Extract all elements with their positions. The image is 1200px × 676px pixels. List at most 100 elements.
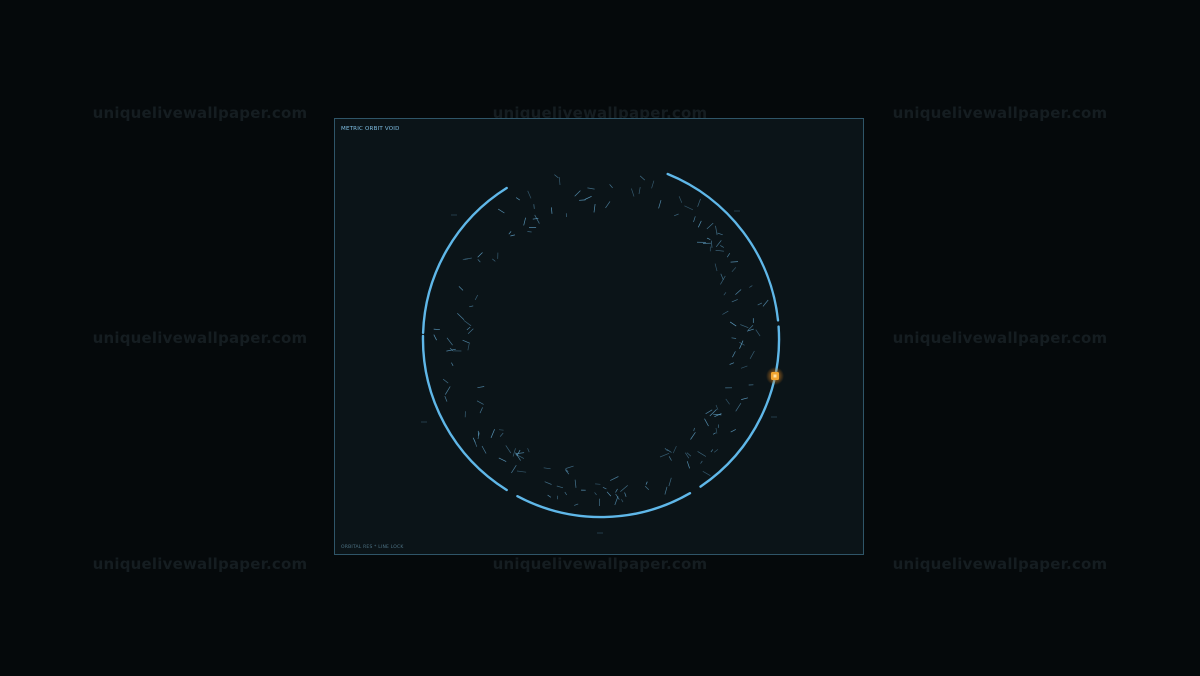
- particle-dash: [445, 386, 451, 395]
- particle-dash: [715, 427, 718, 434]
- particle-dash: [726, 253, 731, 258]
- particle-dash: [498, 457, 507, 462]
- particle-dash: [621, 499, 624, 503]
- watermark: uniquelivewallpaper.com: [92, 555, 308, 573]
- particle-dash: [558, 177, 561, 186]
- particle-dash: [505, 445, 512, 454]
- particle-dash: [467, 328, 474, 334]
- particle-dash: [490, 429, 495, 439]
- particle-dash: [712, 432, 716, 435]
- particle-dash: [729, 321, 737, 327]
- particle-dash: [515, 452, 525, 455]
- particle-dash: [739, 340, 744, 349]
- particle-dash: [593, 204, 596, 213]
- particle-dash: [602, 486, 607, 490]
- watermark: uniquelivewallpaper.com: [892, 555, 1108, 573]
- particle-dash: [457, 313, 465, 320]
- orbit-arc: [699, 325, 781, 488]
- particle-dash: [551, 207, 553, 214]
- particle-dash: [678, 196, 683, 203]
- particle-dash: [544, 481, 552, 485]
- particle-dash: [574, 503, 579, 506]
- particle-dash: [624, 492, 627, 497]
- particle-dash: [672, 445, 677, 454]
- particle-dash: [702, 470, 711, 477]
- particle-dash: [715, 225, 718, 236]
- particle-dash: [547, 494, 552, 498]
- particle-dash: [498, 429, 504, 431]
- particle-dash: [664, 447, 668, 452]
- particle-dash: [645, 481, 648, 485]
- particle-dash: [666, 449, 672, 453]
- particle-dash: [644, 485, 650, 490]
- particle-dash: [499, 432, 504, 437]
- particle-dash: [527, 190, 532, 199]
- particle-dash: [512, 448, 516, 457]
- particle-dash: [543, 467, 551, 470]
- particle-dash: [730, 429, 736, 433]
- orbit-panel: METRIC ORBIT VOID ORBITAL RES * LINE LOC…: [334, 118, 864, 555]
- particle-dash: [664, 486, 668, 495]
- watermark: uniquelivewallpaper.com: [92, 104, 308, 122]
- watermark: uniquelivewallpaper.com: [492, 555, 708, 573]
- particle-dash: [732, 351, 736, 358]
- particle-dash: [620, 485, 628, 492]
- particle-dash: [606, 491, 612, 497]
- particle-dash: [651, 180, 655, 189]
- particle-dash: [749, 285, 753, 288]
- particle-dash: [565, 465, 574, 469]
- particle-dash: [714, 263, 718, 272]
- particle-dash: [481, 445, 487, 454]
- particle-dash: [532, 218, 539, 220]
- particle-dash: [715, 249, 724, 252]
- particle-dash: [731, 337, 737, 339]
- particle-dash: [693, 427, 695, 432]
- particle-dash: [731, 299, 738, 303]
- particle-dash: [463, 320, 472, 327]
- particle-dash: [762, 299, 769, 307]
- particle-dash: [474, 294, 479, 301]
- particle-dash: [477, 259, 481, 263]
- particle-dash: [715, 404, 719, 410]
- orbit-arc: [421, 334, 508, 492]
- particle-dash: [710, 449, 714, 453]
- particle-dash: [720, 245, 724, 248]
- particle-dash: [556, 485, 564, 489]
- particle-dash: [735, 403, 742, 412]
- particle-dash: [534, 214, 540, 224]
- particle-dash: [697, 220, 702, 228]
- particle-dash: [757, 302, 763, 306]
- particle-dash: [533, 204, 535, 209]
- particle-dash: [755, 329, 761, 337]
- particle-dash: [515, 197, 520, 201]
- watermark: uniquelivewallpaper.com: [92, 329, 308, 347]
- particle-dash: [442, 378, 449, 384]
- particle-dash: [587, 187, 595, 190]
- watermark: uniquelivewallpaper.com: [892, 104, 1108, 122]
- particle-dash: [740, 324, 749, 329]
- particle-dash: [740, 365, 748, 369]
- particle-dash: [479, 407, 483, 414]
- particle-dash: [554, 174, 559, 179]
- particle-dash: [731, 267, 737, 273]
- particle-dash: [638, 187, 641, 195]
- particle-dash: [658, 200, 662, 209]
- particle-dash: [729, 362, 735, 365]
- particle-dash: [720, 275, 726, 285]
- particle-dash: [462, 339, 471, 344]
- particle-dash: [741, 397, 748, 400]
- particle-dash: [574, 479, 577, 488]
- watermark: uniquelivewallpaper.com: [892, 329, 1108, 347]
- particle-dash: [523, 217, 526, 226]
- particle-dash: [722, 310, 729, 315]
- status-line: ORBITAL RES * LINE LOCK: [341, 545, 404, 550]
- particle-dash: [684, 205, 694, 211]
- particle-dash: [697, 451, 707, 457]
- particle-dash: [473, 438, 478, 447]
- particle-dash: [446, 337, 453, 346]
- particle-dash: [610, 476, 619, 481]
- particle-dash: [594, 492, 597, 496]
- particle-dash: [668, 477, 672, 487]
- particle-dash: [492, 258, 496, 262]
- particle-dash: [433, 334, 437, 341]
